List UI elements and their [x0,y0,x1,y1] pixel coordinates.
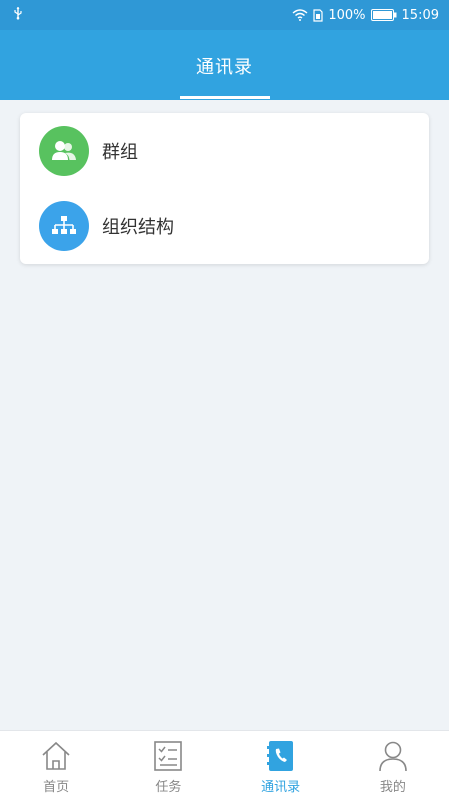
nav-item-profile[interactable]: 我的 [337,731,449,800]
title-underline [180,96,270,99]
usb-icon [12,6,24,24]
nav-label: 通讯录 [261,780,301,795]
contacts-icon [266,738,295,774]
nav-item-home[interactable]: 首页 [0,731,112,800]
nav-item-task[interactable]: 任务 [112,731,224,800]
wifi-icon [292,9,308,21]
bottom-nav: 首页 任务 通讯录 我的 [0,730,449,800]
profile-icon [378,738,408,774]
list-item-org-structure[interactable]: 组织结构 [20,188,429,263]
nav-label: 我的 [379,780,406,795]
battery-percent: 100% [328,7,366,23]
item-label: 组织结构 [102,216,174,238]
nav-item-contacts[interactable]: 通讯录 [225,731,337,800]
status-left [12,6,24,24]
task-icon [153,738,183,774]
nav-label: 首页 [43,780,70,795]
org-structure-icon [39,200,89,251]
home-icon [40,738,72,774]
group-icon [39,125,89,176]
contacts-card: 群组 组织结构 [20,113,429,264]
battery-icon [370,9,397,21]
status-bar: 100% 15:09 [0,0,449,30]
nav-label: 任务 [155,780,182,795]
sim-icon [313,8,323,22]
screen: 100% 15:09 通讯录 群组 组织结构 首页 任务 通讯录 我的 [0,0,449,800]
clock: 15:09 [401,7,439,23]
item-label: 群组 [102,141,138,163]
header: 通讯录 [0,30,449,100]
status-right: 100% 15:09 [292,8,439,23]
page-title: 通讯录 [196,57,253,78]
list-item-group[interactable]: 群组 [20,113,429,188]
